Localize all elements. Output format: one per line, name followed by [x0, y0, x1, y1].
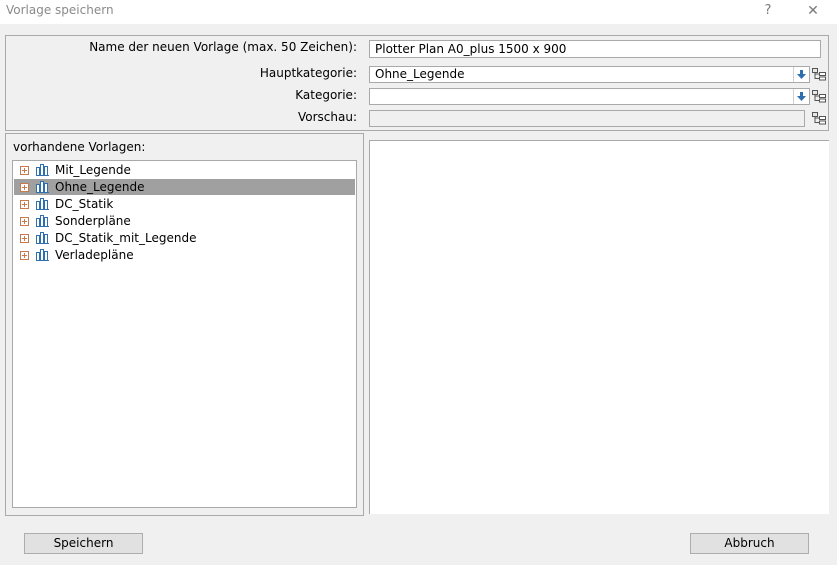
tree-item-label: Ohne_Legende	[55, 180, 145, 194]
vorschau-label: Vorschau:	[297, 110, 357, 124]
template-group-icon	[36, 215, 49, 227]
plus-box-icon[interactable]	[20, 216, 29, 226]
plus-box-icon[interactable]	[20, 182, 29, 192]
tree-item-mit-legende[interactable]: Mit_Legende	[14, 162, 355, 178]
save-button[interactable]: Speichern	[24, 533, 143, 554]
kategorie-combobox[interactable]	[369, 88, 810, 105]
vorschau-field	[369, 110, 805, 127]
template-group-icon	[36, 249, 49, 261]
cancel-button[interactable]: Abbruch	[690, 533, 809, 554]
tree-structure-icon[interactable]	[811, 110, 827, 126]
plus-box-icon[interactable]	[20, 199, 29, 209]
tree-item-dc-statik[interactable]: DC_Statik	[14, 196, 355, 212]
tree-item-ohne-legende[interactable]: Ohne_Legende	[14, 179, 355, 195]
tree-item-label: Mit_Legende	[55, 163, 131, 177]
hauptkategorie-combobox[interactable]: Ohne_Legende	[369, 66, 810, 83]
tree-item-label: DC_Statik_mit_Legende	[55, 231, 197, 245]
hauptkategorie-label: Hauptkategorie:	[259, 66, 357, 80]
tree-item-label: Verladepläne	[55, 248, 134, 262]
plus-box-icon[interactable]	[20, 165, 29, 175]
template-group-icon	[36, 232, 49, 244]
preview-pane	[369, 140, 829, 514]
down-arrow-icon[interactable]	[793, 67, 809, 82]
name-label: Name der neuen Vorlage (max. 50 Zeichen)…	[89, 40, 357, 54]
templates-tree[interactable]: Mit_Legende Ohne_Legende DC_Statik Sonde…	[12, 160, 357, 508]
template-group-icon	[36, 181, 49, 193]
close-button[interactable]: ✕	[798, 1, 828, 21]
tree-structure-icon[interactable]	[811, 88, 827, 104]
templates-label: vorhandene Vorlagen:	[13, 140, 146, 154]
plus-box-icon[interactable]	[20, 233, 29, 243]
tree-item-label: Sonderpläne	[55, 214, 131, 228]
title-bar: Vorlage speichern ? ✕	[0, 0, 837, 24]
name-input-value: Plotter Plan A0_plus 1500 x 900	[375, 42, 567, 56]
template-group-icon	[36, 198, 49, 210]
tree-item-label: DC_Statik	[55, 197, 114, 211]
help-button[interactable]: ?	[753, 1, 783, 21]
tree-structure-icon[interactable]	[811, 66, 827, 82]
kategorie-label: Kategorie:	[295, 88, 357, 102]
plus-box-icon[interactable]	[20, 250, 29, 260]
down-arrow-icon[interactable]	[793, 89, 809, 104]
template-group-icon	[36, 164, 49, 176]
tree-item-sonderplaene[interactable]: Sonderpläne	[14, 213, 355, 229]
name-input[interactable]: Plotter Plan A0_plus 1500 x 900	[369, 40, 821, 58]
hauptkategorie-value: Ohne_Legende	[375, 67, 465, 81]
tree-item-dc-statik-mit-legende[interactable]: DC_Statik_mit_Legende	[14, 230, 355, 246]
window-title: Vorlage speichern	[6, 3, 114, 17]
tree-item-verladeplaene[interactable]: Verladepläne	[14, 247, 355, 263]
